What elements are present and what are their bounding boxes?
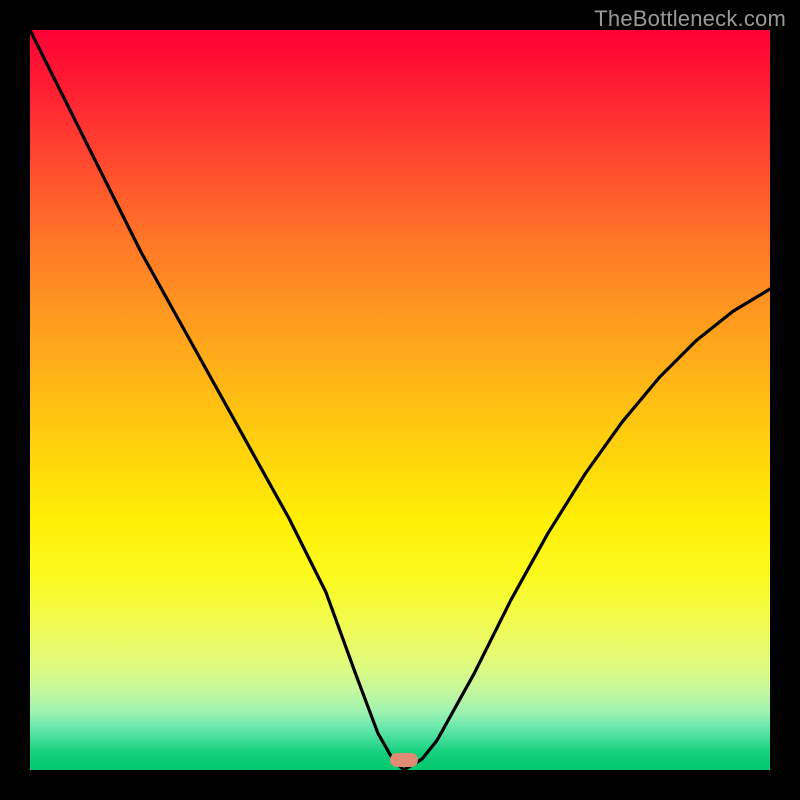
watermark-text: TheBottleneck.com bbox=[594, 6, 786, 32]
optimal-marker bbox=[390, 753, 418, 767]
bottleneck-curve bbox=[30, 30, 770, 770]
chart-frame: TheBottleneck.com bbox=[0, 0, 800, 800]
plot-area bbox=[30, 30, 770, 770]
